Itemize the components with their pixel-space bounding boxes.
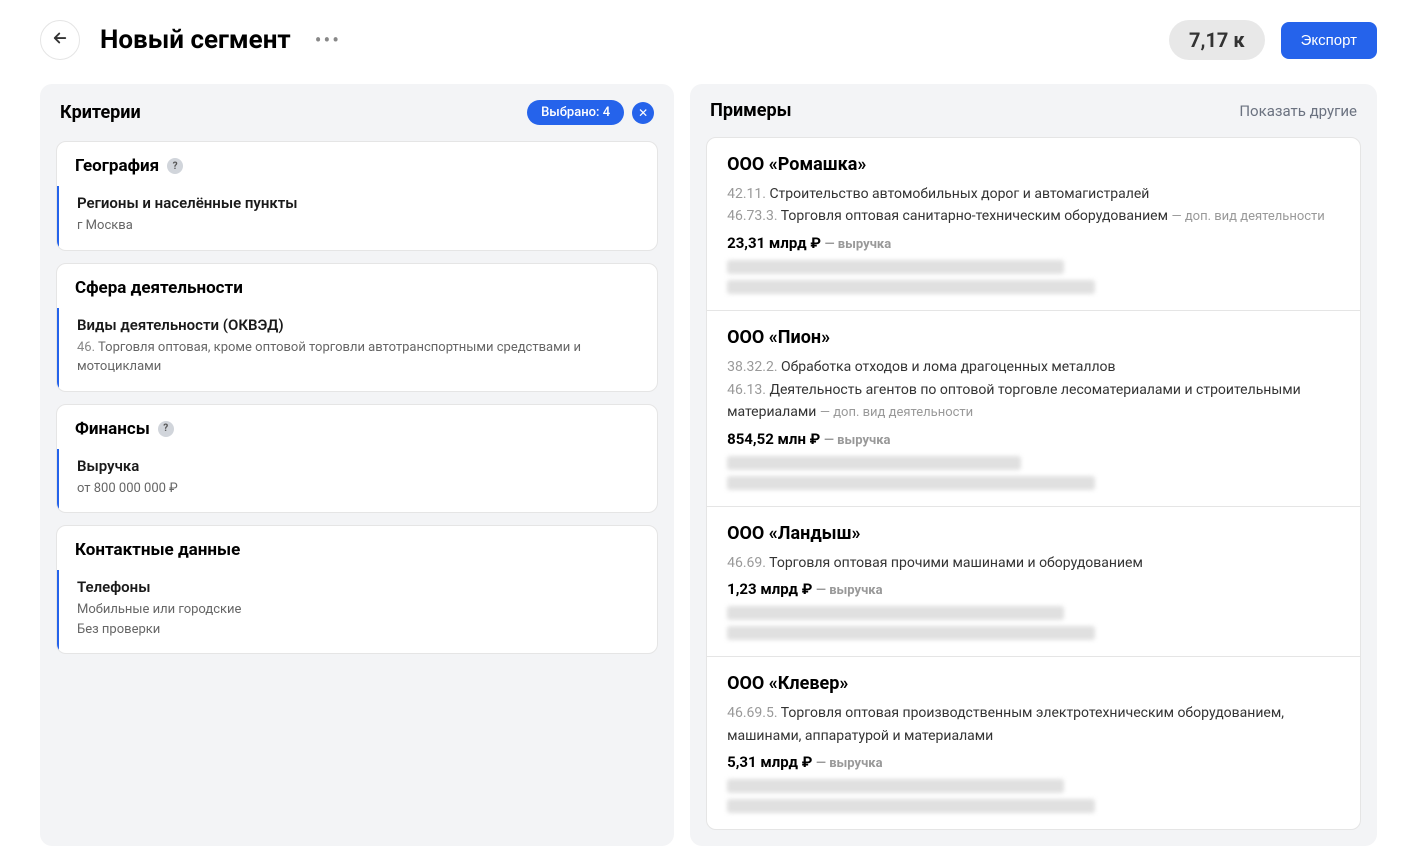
criteria-title: Критерии	[60, 102, 141, 123]
redacted-details	[727, 476, 1095, 490]
card-title: География	[75, 156, 159, 176]
result-count-badge: 7,17 к	[1169, 20, 1265, 60]
help-icon[interactable]: ?	[167, 158, 183, 174]
revenue-value: 854,52 млн ₽ — выручка	[727, 430, 1340, 448]
criteria-subtitle: Телефоны	[77, 578, 639, 596]
criteria-value: г Москва	[77, 216, 639, 236]
activity-line: 46.69.5. Торговля оптовая производственн…	[727, 702, 1340, 747]
criteria-subtitle: Выручка	[77, 457, 639, 475]
redacted-address	[727, 606, 1064, 620]
examples-title: Примеры	[710, 100, 791, 121]
close-icon: ✕	[638, 106, 648, 120]
activity-line: 46.73.3. Торговля оптовая санитарно-техн…	[727, 205, 1340, 228]
criteria-value-secondary: Без проверки	[77, 620, 639, 640]
redacted-address	[727, 779, 1064, 793]
card-title: Финансы	[75, 419, 150, 439]
card-title: Контактные данные	[75, 540, 240, 560]
criteria-card-geography[interactable]: География ? Регионы и населённые пункты …	[56, 141, 658, 251]
activity-line: 42.11. Строительство автомобильных дорог…	[727, 183, 1340, 205]
example-item[interactable]: ООО «Ромашка» 42.11. Строительство автом…	[707, 138, 1360, 311]
criteria-panel: Критерии Выбрано: 4 ✕ География ? Регион…	[40, 84, 674, 846]
revenue-value: 23,31 млрд ₽ — выручка	[727, 234, 1340, 252]
redacted-address	[727, 260, 1064, 274]
criteria-card-contacts[interactable]: Контактные данные Телефоны Мобильные или…	[56, 525, 658, 654]
example-list: ООО «Ромашка» 42.11. Строительство автом…	[706, 137, 1361, 830]
redacted-details	[727, 799, 1095, 813]
selected-count-badge[interactable]: Выбрано: 4	[527, 100, 624, 125]
example-item[interactable]: ООО «Пион» 38.32.2. Обработка отходов и …	[707, 311, 1360, 507]
back-button[interactable]	[40, 20, 80, 60]
example-item[interactable]: ООО «Ландыш» 46.69. Торговля оптовая про…	[707, 507, 1360, 657]
company-name: ООО «Клевер»	[727, 673, 1340, 694]
criteria-value: Мобильные или городские	[77, 600, 639, 620]
revenue-value: 5,31 млрд ₽ — выручка	[727, 753, 1340, 771]
card-title: Сфера деятельности	[75, 278, 243, 298]
activity-line: 38.32.2. Обработка отходов и лома драгоц…	[727, 356, 1340, 378]
show-other-button[interactable]: Показать другие	[1239, 102, 1357, 120]
revenue-value: 1,23 млрд ₽ — выручка	[727, 580, 1340, 598]
examples-panel: Примеры Показать другие ООО «Ромашка» 42…	[690, 84, 1377, 846]
redacted-address	[727, 456, 1021, 470]
example-item[interactable]: ООО «Клевер» 46.69.5. Торговля оптовая п…	[707, 657, 1360, 829]
page-header: Новый сегмент ••• 7,17 к Экспорт	[40, 20, 1377, 60]
export-button[interactable]: Экспорт	[1281, 22, 1377, 59]
activity-line: 46.69. Торговля оптовая прочими машинами…	[727, 552, 1340, 574]
company-name: ООО «Ландыш»	[727, 523, 1340, 544]
criteria-subtitle: Регионы и населённые пункты	[77, 194, 639, 212]
company-name: ООО «Пион»	[727, 327, 1340, 348]
arrow-left-icon	[51, 29, 69, 51]
more-button[interactable]: •••	[315, 28, 341, 52]
redacted-details	[727, 626, 1095, 640]
criteria-value: от 800 000 000 ₽	[77, 479, 639, 499]
redacted-details	[727, 280, 1095, 294]
criteria-card-activity[interactable]: Сфера деятельности Виды деятельности (ОК…	[56, 263, 658, 392]
help-icon[interactable]: ?	[158, 421, 174, 437]
company-name: ООО «Ромашка»	[727, 154, 1340, 175]
criteria-card-finance[interactable]: Финансы ? Выручка от 800 000 000 ₽	[56, 404, 658, 514]
page-title: Новый сегмент	[100, 25, 291, 55]
criteria-value: 46. Торговля оптовая, кроме оптовой торг…	[77, 338, 639, 377]
criteria-subtitle: Виды деятельности (ОКВЭД)	[77, 316, 639, 334]
activity-line: 46.13. Деятельность агентов по оптовой т…	[727, 379, 1340, 424]
clear-selection-button[interactable]: ✕	[632, 102, 654, 124]
